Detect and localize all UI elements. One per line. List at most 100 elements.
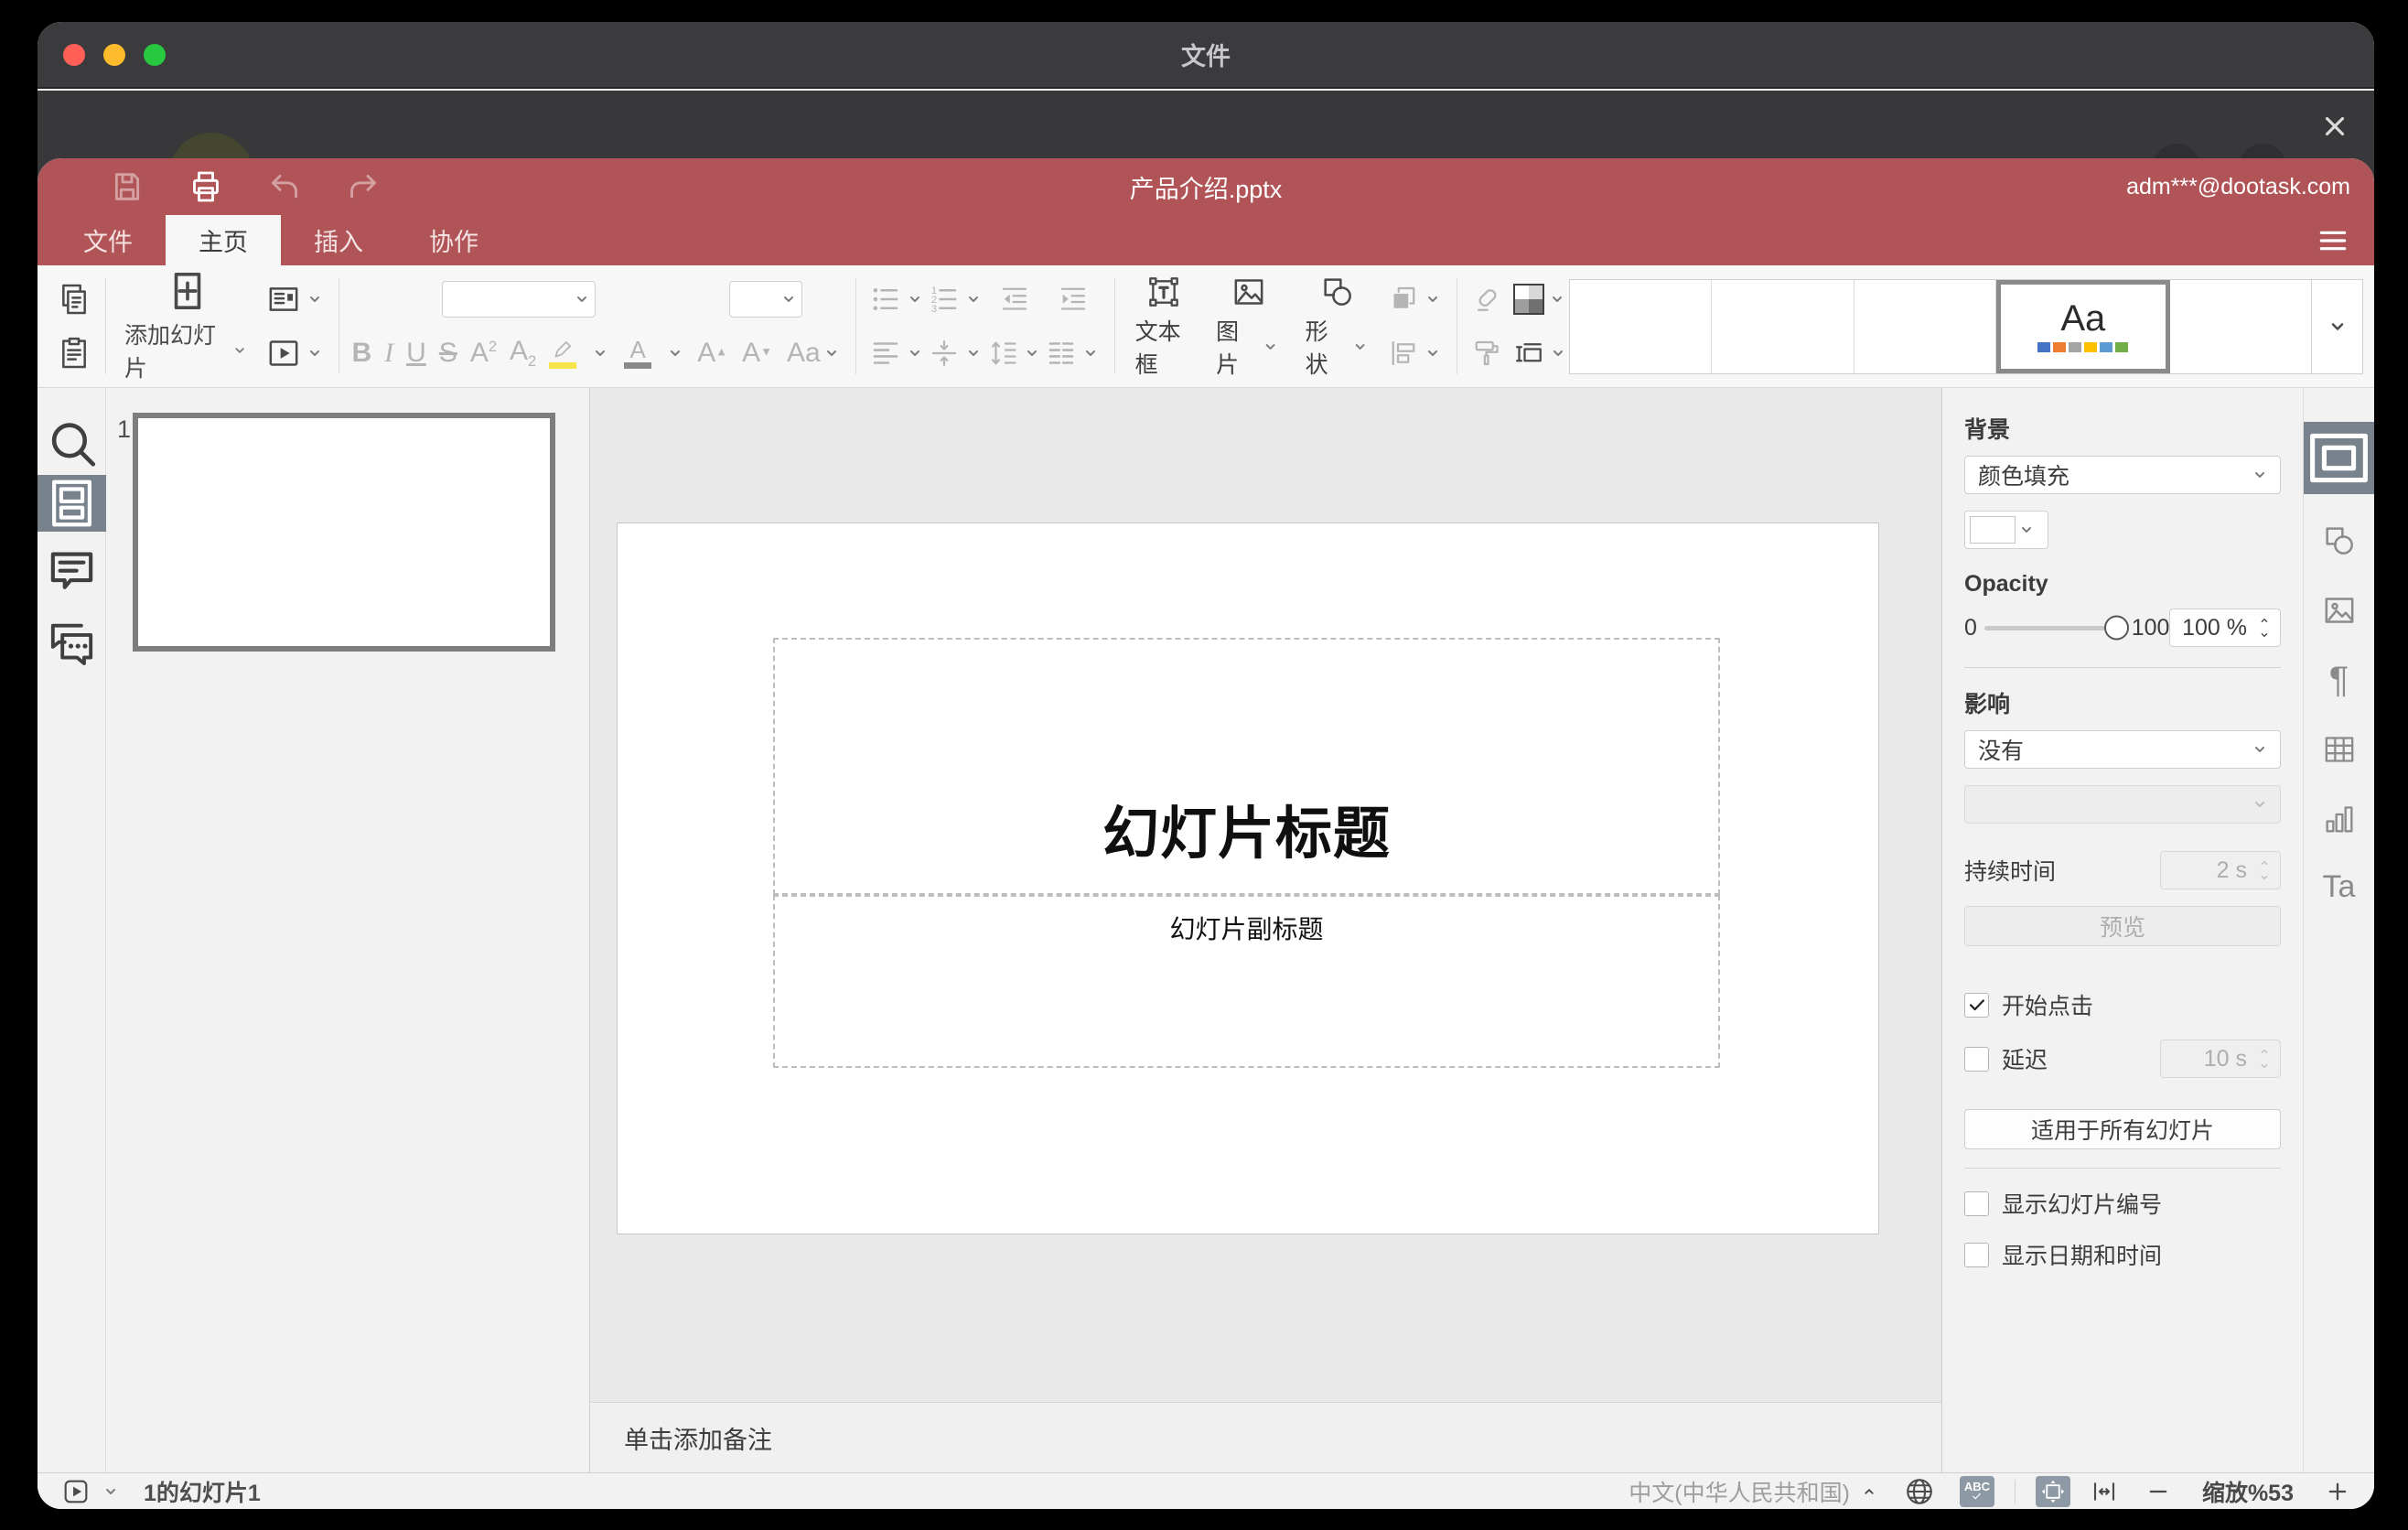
slide-size-button[interactable] xyxy=(1512,337,1569,370)
spellcheck-toggle[interactable]: ABC xyxy=(1959,1475,1994,1507)
columns-button[interactable] xyxy=(1045,337,1102,370)
image-settings-icon[interactable] xyxy=(2304,578,2374,642)
minimize-traffic-light[interactable] xyxy=(103,43,125,66)
copy-style-icon[interactable] xyxy=(1470,337,1503,370)
hamburger-menu-icon[interactable] xyxy=(2316,223,2350,258)
theme-item[interactable] xyxy=(1712,279,1854,373)
spinner-up-icon[interactable] xyxy=(2254,613,2274,628)
align-left-button[interactable] xyxy=(869,337,926,370)
slide-layout-button[interactable] xyxy=(265,281,326,318)
apply-to-all-slides-button[interactable]: 适用于所有幻灯片 xyxy=(1964,1109,2281,1149)
show-date-time-checkbox[interactable] xyxy=(1964,1242,1989,1267)
opacity-spinner[interactable]: 100 % xyxy=(2169,609,2281,647)
fit-to-width-button[interactable] xyxy=(2087,1476,2122,1507)
theme-item-selected[interactable]: Aa xyxy=(1995,279,2170,373)
change-case-button[interactable]: Aa xyxy=(787,339,843,367)
undo-icon[interactable] xyxy=(266,168,303,205)
zoom-out-icon[interactable] xyxy=(2145,1479,2171,1504)
language-caret-icon[interactable] xyxy=(1859,1482,1879,1502)
insert-shape-button[interactable]: 形状 xyxy=(1298,274,1379,380)
highlight-color-button[interactable] xyxy=(549,338,577,369)
show-date-time-row[interactable]: 显示日期和时间 xyxy=(1964,1238,2281,1271)
decrease-font-button[interactable]: A▼ xyxy=(742,339,772,367)
tab-collaborate[interactable]: 协作 xyxy=(396,215,511,265)
slide[interactable]: 幻灯片标题 幻灯片副标题 xyxy=(618,523,1878,1234)
theme-item[interactable] xyxy=(1854,279,1996,373)
font-size-combo[interactable] xyxy=(729,281,803,318)
clear-style-icon[interactable] xyxy=(1470,283,1503,316)
close-traffic-light[interactable] xyxy=(63,43,85,66)
background-fill-select[interactable]: 颜色填充 xyxy=(1964,456,2281,494)
tab-home[interactable]: 主页 xyxy=(166,215,281,265)
opacity-slider-knob[interactable] xyxy=(2103,615,2129,641)
chevron-down-icon[interactable] xyxy=(589,342,611,364)
increase-indent-button[interactable] xyxy=(1057,283,1090,316)
tab-insert[interactable]: 插入 xyxy=(281,215,396,265)
save-icon[interactable] xyxy=(109,168,145,205)
delay-checkbox[interactable] xyxy=(1964,1046,1989,1072)
start-slideshow-button[interactable] xyxy=(265,335,326,372)
decrease-indent-button[interactable] xyxy=(998,283,1031,316)
insert-image-button[interactable]: 图片 xyxy=(1209,274,1289,380)
chart-settings-icon[interactable] xyxy=(2304,787,2374,851)
background-color-swatch[interactable] xyxy=(1964,511,2048,549)
bullets-button[interactable] xyxy=(869,283,926,316)
chevron-down-icon[interactable] xyxy=(100,1481,122,1503)
increase-font-button[interactable]: A▲ xyxy=(697,339,727,367)
color-scheme-button[interactable] xyxy=(1513,284,1568,316)
subscript-button[interactable]: A2 xyxy=(510,337,536,370)
comments-icon[interactable] xyxy=(38,544,106,600)
start-on-click-checkbox-row[interactable]: 开始点击 xyxy=(1964,988,2281,1021)
italic-button[interactable]: I xyxy=(384,339,393,367)
fit-to-slide-toggle[interactable] xyxy=(2035,1475,2070,1507)
show-slide-number-checkbox[interactable] xyxy=(1964,1191,1989,1216)
copy-icon[interactable] xyxy=(56,281,92,318)
slide-thumbnail[interactable] xyxy=(133,413,555,652)
print-icon[interactable] xyxy=(188,168,224,205)
zoom-in-icon[interactable] xyxy=(2325,1479,2350,1504)
delay-checkbox-row[interactable]: 延迟 xyxy=(1964,1042,2048,1075)
notes-area[interactable]: 单击添加备注 xyxy=(590,1402,1941,1472)
add-slide-button[interactable]: 添加幻灯片 xyxy=(119,270,256,383)
paste-icon[interactable] xyxy=(56,335,92,372)
title-placeholder[interactable]: 幻灯片标题 xyxy=(773,638,1720,895)
redo-icon[interactable] xyxy=(345,168,382,205)
shape-settings-icon[interactable] xyxy=(2304,509,2374,573)
table-settings-icon[interactable] xyxy=(2304,717,2374,781)
slides-panel-icon[interactable] xyxy=(38,475,106,532)
theme-gallery-expand-button[interactable] xyxy=(2311,279,2362,373)
textart-settings-icon[interactable]: Ta xyxy=(2304,855,2374,919)
strikethrough-button[interactable]: S xyxy=(439,339,457,367)
font-name-combo[interactable] xyxy=(442,281,597,318)
start-slideshow-status-icon[interactable] xyxy=(61,1477,91,1506)
arrange-button[interactable] xyxy=(1387,283,1444,316)
bold-button[interactable]: B xyxy=(351,339,371,367)
zoom-traffic-light[interactable] xyxy=(144,43,166,66)
opacity-slider[interactable] xyxy=(1983,615,2129,641)
close-icon[interactable] xyxy=(2319,111,2350,142)
tab-file[interactable]: 文件 xyxy=(50,215,166,265)
vertical-align-button[interactable] xyxy=(928,337,984,370)
language-label[interactable]: 中文(中华人民共和国) xyxy=(1629,1475,1850,1508)
theme-item[interactable] xyxy=(2169,279,2312,373)
theme-item[interactable] xyxy=(1570,279,1713,373)
chat-icon[interactable] xyxy=(38,615,106,672)
start-on-click-checkbox[interactable] xyxy=(1964,992,1989,1018)
superscript-button[interactable]: A2 xyxy=(470,339,497,367)
align-objects-button[interactable] xyxy=(1387,337,1444,370)
subtitle-placeholder[interactable]: 幻灯片副标题 xyxy=(773,895,1720,1068)
spinner-down-icon[interactable] xyxy=(2254,628,2274,642)
line-spacing-button[interactable] xyxy=(986,337,1043,370)
fill-select-value: 颜色填充 xyxy=(1978,464,2070,490)
show-slide-number-row[interactable]: 显示幻灯片编号 xyxy=(1964,1187,2281,1220)
paragraph-settings-icon[interactable]: ¶ xyxy=(2304,648,2374,712)
chevron-down-icon[interactable] xyxy=(664,342,686,364)
document-language-icon[interactable] xyxy=(1903,1475,1936,1508)
insert-textbox-button[interactable]: 文本框 xyxy=(1128,274,1199,380)
underline-button[interactable]: U xyxy=(406,339,426,367)
slide-settings-icon[interactable] xyxy=(2304,422,2374,494)
effect-select[interactable]: 没有 xyxy=(1964,730,2281,769)
numbering-button[interactable]: 123 xyxy=(928,283,984,316)
font-color-button[interactable]: A xyxy=(624,338,652,369)
search-icon[interactable] xyxy=(38,415,106,471)
